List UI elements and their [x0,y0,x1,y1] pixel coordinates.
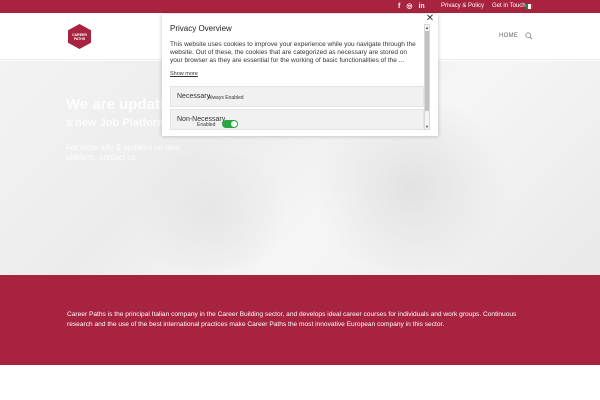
show-more-link[interactable]: Show more [170,71,198,77]
footer-area [0,365,600,400]
category-status: Always Enabled [208,95,244,101]
category-status: Enabled [197,122,216,128]
top-bar: f ◎ in Privacy & Policy Get in Touch [0,0,600,13]
hero-text-line: For more info & updates on new [66,143,180,152]
facebook-icon[interactable]: f [398,2,400,11]
italy-flag-icon[interactable] [526,4,533,9]
instagram-icon[interactable]: ◎ [406,2,412,11]
close-icon[interactable]: ✕ [425,14,435,24]
cookie-category-necessary[interactable]: Necessary Always Enabled [170,86,424,107]
scrollbar-thumb[interactable] [425,31,429,111]
scroll-up-arrow-icon[interactable]: ▲ [425,25,429,30]
logo-line-2: PATHS [73,36,86,41]
privacy-overview-modal: ✕ Privacy Overview This website uses coo… [162,14,438,136]
social-links: f ◎ in [398,2,425,11]
category-label: Necessary [177,93,211,100]
about-band: Career Paths is the principal Italian co… [0,275,600,365]
non-necessary-toggle[interactable] [222,120,238,128]
linkedin-icon[interactable]: in [418,2,424,11]
modal-scrollbar[interactable]: ▲ ▼ [424,24,430,130]
hero-subtitle: a new Job Platform [66,117,167,129]
get-in-touch-link[interactable]: Get in Touch [492,3,526,10]
scroll-down-arrow-icon[interactable]: ▼ [425,124,429,129]
hero-text-line: platform, contact us [66,153,136,162]
top-links: Privacy & Policy Get in Touch [441,3,526,10]
hero-background-shape [120,151,300,271]
career-paths-logo[interactable]: CAREER PATHS [68,24,91,49]
nav-home-link[interactable]: HOME [499,33,518,39]
about-text: Career Paths is the principal Italian co… [67,311,517,328]
modal-title: Privacy Overview [170,24,232,33]
modal-description: This website uses cookies to improve you… [170,41,416,64]
cookie-category-non-necessary[interactable]: Non-Necessary Enabled [170,109,424,130]
search-icon[interactable] [525,32,533,40]
privacy-policy-link[interactable]: Privacy & Policy [441,3,484,10]
